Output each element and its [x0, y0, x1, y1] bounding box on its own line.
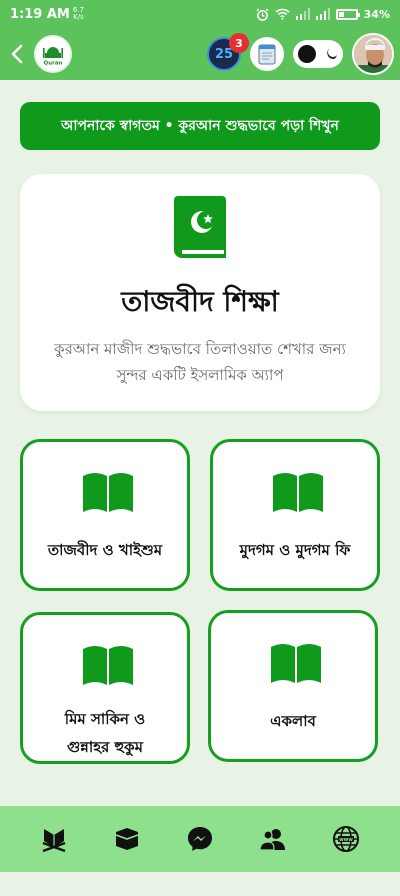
- system-nav-area: [0, 872, 400, 896]
- hero-description: কুরআন মাজীদ শুদ্ধভাবে তিলাওয়াত শেখার জন…: [54, 340, 346, 384]
- moon-icon: [327, 48, 337, 60]
- lesson-card-label: তাজবীদ ও খাইশুম: [47, 541, 163, 559]
- open-book-icon: [83, 473, 133, 512]
- back-button[interactable]: [6, 39, 28, 69]
- nav-messenger-button[interactable]: [180, 819, 220, 859]
- battery-icon: [335, 8, 360, 20]
- net-speed-unit: K/s: [73, 13, 84, 21]
- lesson-card-iklab[interactable]: একলাব: [208, 610, 378, 762]
- welcome-banner: আপনাকে স্বাগতম • কুরআন শুদ্ধভাবে পড়া শি…: [20, 102, 380, 150]
- status-bar: 1:19 AM 6.7 K/s 34%: [0, 0, 400, 28]
- notepad-icon: [258, 44, 276, 65]
- globe-icon: www: [332, 826, 359, 852]
- user-avatar[interactable]: [352, 33, 394, 75]
- chevron-left-icon: [11, 44, 23, 64]
- quran-book-icon: [174, 196, 226, 258]
- status-time: 1:19 AM: [10, 6, 70, 22]
- hero-card: তাজবীদ শিক্ষা কুরআন মাজীদ শুদ্ধভাবে তিলা…: [20, 174, 380, 411]
- tasbih-counter-button[interactable]: 25 3: [207, 33, 249, 71]
- nav-quran-button[interactable]: [34, 819, 74, 859]
- lesson-card-mudgam[interactable]: মুদগম ও মুদগম ফি: [210, 439, 380, 591]
- avatar-image: [354, 35, 392, 73]
- battery-percent: 34%: [363, 7, 390, 21]
- group-icon: [259, 829, 285, 851]
- lesson-card-mim-sakin[interactable]: মিম সাকিন ও গুন্নাহর হুকুম: [20, 612, 190, 764]
- signal-icon-1: [295, 8, 310, 20]
- lesson-card-tajweed-khaishum[interactable]: তাজবীদ ও খাইশুম: [20, 439, 190, 591]
- toggle-knob: [298, 45, 316, 63]
- app-logo: Quran: [34, 35, 72, 73]
- lesson-card-label: একলাব: [270, 712, 316, 730]
- messenger-icon: [187, 827, 212, 851]
- net-speed: 6.7 K/s: [73, 7, 84, 21]
- open-book-icon: [273, 473, 323, 512]
- lesson-card-label: মিম সাকিন ও গুন্নাহর হুকুম: [64, 710, 146, 756]
- svg-text:www: www: [339, 837, 353, 843]
- quran-stand-icon: [42, 829, 66, 853]
- signal-icon-2: [315, 8, 330, 20]
- dark-mode-toggle[interactable]: [293, 40, 343, 68]
- nav-website-button[interactable]: www: [326, 819, 366, 859]
- hero-title: তাজবীদ শিক্ষা: [121, 285, 279, 318]
- nav-kaaba-button[interactable]: [107, 819, 147, 859]
- app-bar: Quran 25 3: [0, 28, 400, 80]
- alarm-icon: [256, 7, 269, 21]
- logo-text: Quran: [44, 61, 63, 67]
- kaaba-icon: [115, 828, 139, 850]
- notes-button[interactable]: [250, 37, 284, 71]
- wifi-icon: [275, 8, 290, 20]
- open-book-icon: [83, 646, 133, 685]
- open-book-icon: [271, 644, 321, 683]
- mosque-logo-icon: Quran: [37, 38, 69, 70]
- nav-group-button[interactable]: [253, 819, 293, 859]
- notification-badge: 3: [229, 33, 249, 53]
- bottom-nav: www: [0, 806, 400, 872]
- lesson-card-label: মুদগম ও মুদগম ফি: [239, 541, 351, 559]
